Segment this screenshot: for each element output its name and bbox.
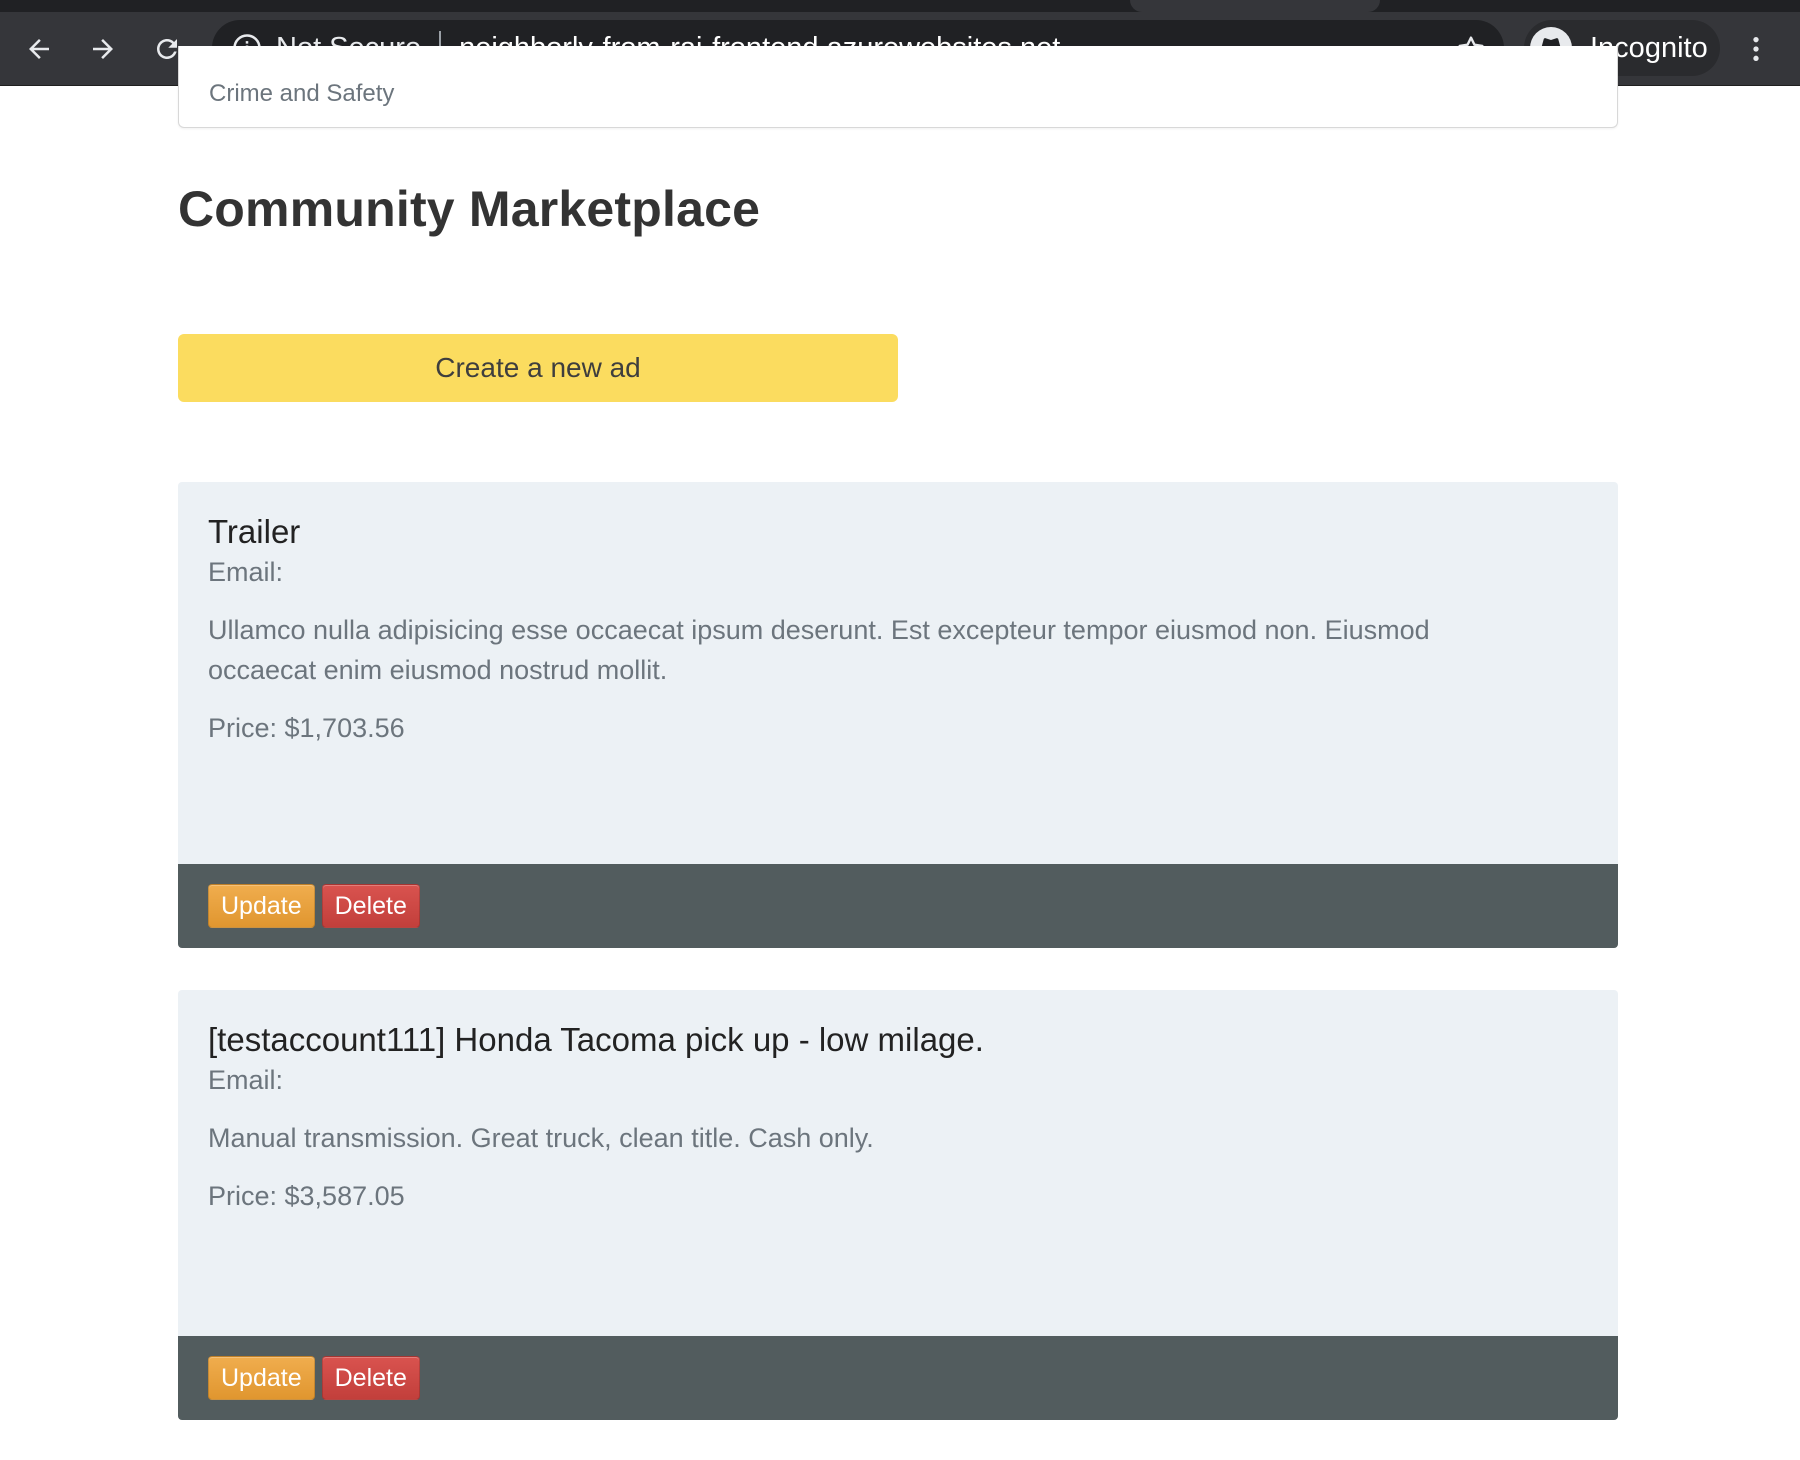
page-title: Community Marketplace: [178, 181, 761, 237]
ad-price: Price: $1,703.56: [208, 713, 405, 743]
update-button[interactable]: Update: [208, 1356, 315, 1400]
forward-arrow-icon: [93, 39, 113, 59]
previous-section-card: Crime and Safety: [178, 46, 1618, 128]
forward-button[interactable]: [80, 26, 126, 72]
ad-email: Email:: [208, 557, 284, 587]
ad-email: Email:: [208, 1065, 284, 1095]
ad-footer: Update Delete: [178, 1336, 1618, 1420]
back-button[interactable]: [16, 26, 62, 72]
delete-button[interactable]: Delete: [321, 1356, 420, 1400]
tab-strip: [0, 0, 1800, 12]
ad-title: Trailer: [208, 513, 301, 550]
ad-title: [testaccount111] Honda Tacoma pick up - …: [208, 1021, 984, 1058]
ad-description: Manual transmission. Great truck, clean …: [208, 1123, 874, 1153]
active-tab[interactable]: [1130, 0, 1380, 12]
ad-price: Price: $3,587.05: [208, 1181, 405, 1211]
more-vertical-icon[interactable]: [1736, 26, 1776, 72]
ad-card: [testaccount111] Honda Tacoma pick up - …: [178, 990, 1618, 1420]
back-arrow-icon: [29, 39, 49, 59]
ad-card: Trailer Email: Ullamco nulla adipisicing…: [178, 482, 1618, 948]
ad-footer: Update Delete: [178, 864, 1618, 948]
delete-button[interactable]: Delete: [321, 884, 420, 928]
previous-card-text: Crime and Safety: [209, 80, 395, 107]
page-content: Crime and Safety Community Marketplace C…: [0, 46, 1800, 1460]
update-button[interactable]: Update: [208, 884, 315, 928]
ad-body: Trailer Email: Ullamco nulla adipisicing…: [178, 482, 1618, 746]
ad-body: [testaccount111] Honda Tacoma pick up - …: [178, 990, 1618, 1214]
create-ad-button[interactable]: Create a new ad: [178, 334, 898, 402]
ad-description: Ullamco nulla adipisicing esse occaecat …: [208, 615, 1430, 685]
